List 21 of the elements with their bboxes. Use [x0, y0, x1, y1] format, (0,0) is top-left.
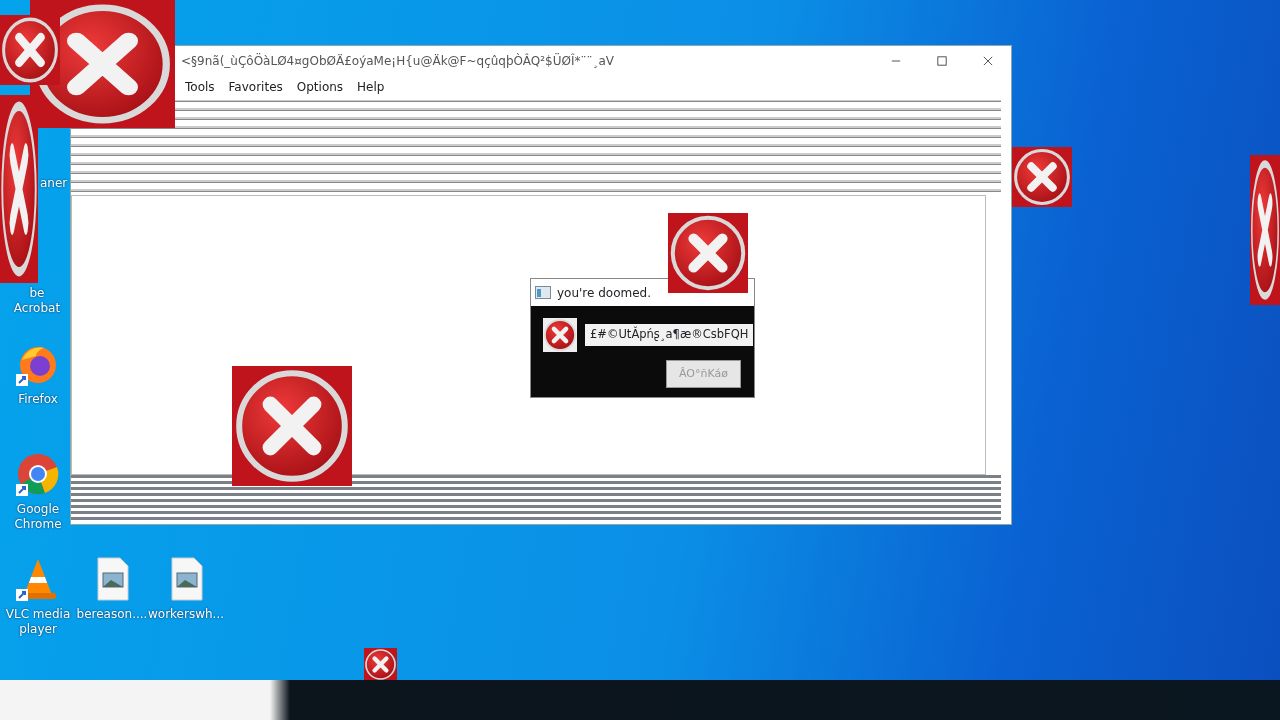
error-icon	[1012, 147, 1072, 207]
menu-item[interactable]: Options	[296, 78, 344, 96]
menu-item[interactable]: Help	[357, 78, 385, 96]
icon-label[interactable]: Firefox	[18, 392, 58, 407]
error-icon	[364, 648, 397, 680]
error-icon	[1250, 155, 1280, 305]
icon-label[interactable]: Google Chrome	[2, 502, 74, 532]
icon-label[interactable]: aner	[40, 176, 68, 191]
window-title: <§9nã(_ùÇôÖàLØ4¤gObØÄ£oýaMe¡H{u@Äk@F~qçûqþÒÂQ²$ÜØÎ*¨¨¸aV	[181, 52, 615, 70]
menu-item[interactable]: Favorites	[228, 78, 283, 96]
window-icon	[535, 286, 551, 299]
icon-label[interactable]: bereason....	[76, 607, 148, 622]
menu-item[interactable]: Tools	[185, 78, 215, 96]
error-icon	[668, 213, 748, 293]
message-text: £#©UtǍpńʂ¸a¶æ®CsbFQH	[585, 324, 754, 346]
dialog-title: you're doomed.	[557, 284, 652, 302]
icon-label[interactable]: VLC media player	[2, 607, 74, 637]
error-icon	[232, 366, 352, 486]
icon-label[interactable]: workerswh...	[148, 607, 225, 622]
error-icon	[543, 318, 577, 352]
icon-label[interactable]: be Acrobat	[8, 286, 66, 316]
